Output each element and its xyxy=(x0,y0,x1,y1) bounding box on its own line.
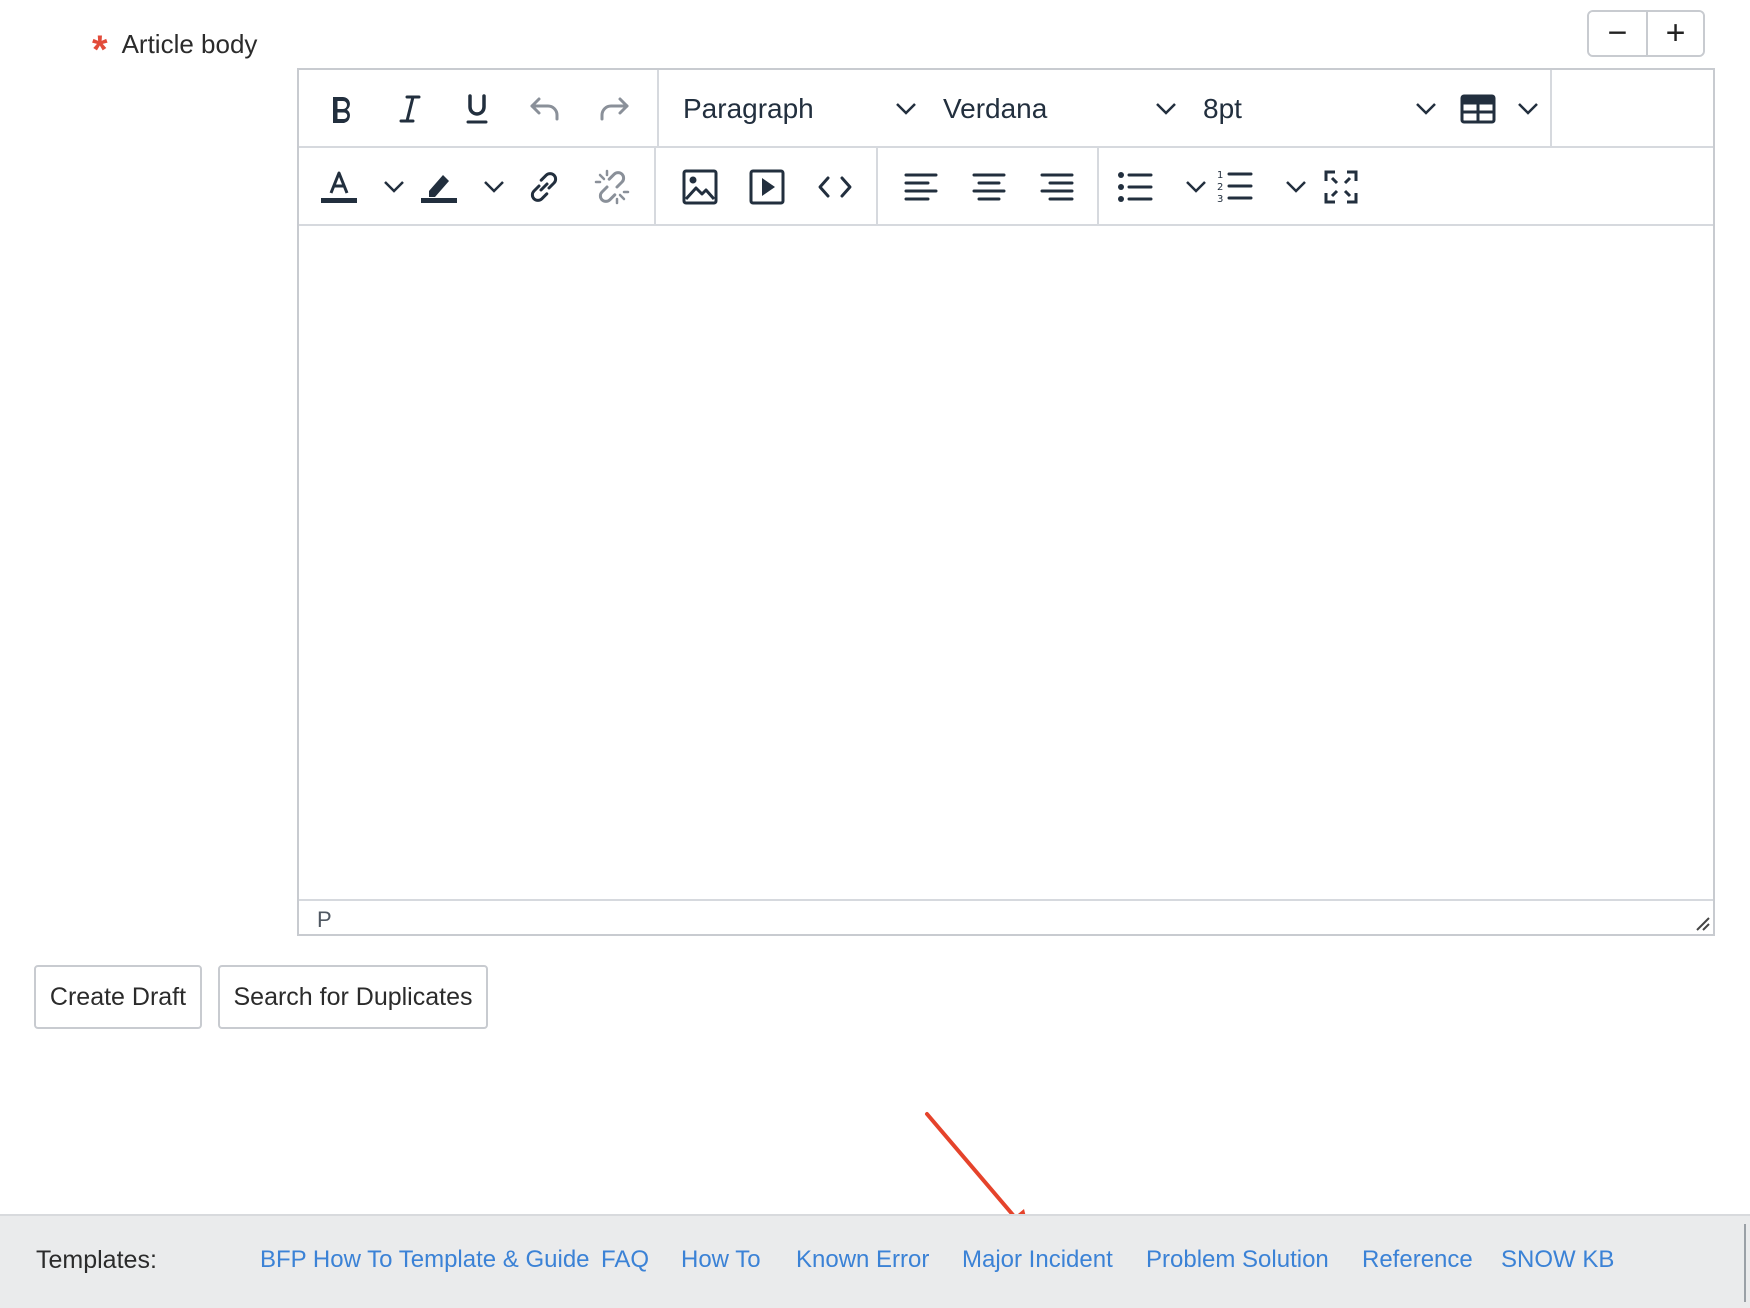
template-link-bfp-how-to[interactable]: BFP How To Template & Guide xyxy=(260,1246,590,1274)
template-link-faq[interactable]: FAQ xyxy=(601,1246,649,1274)
template-link-how-to[interactable]: How To xyxy=(681,1246,761,1274)
annotation-arrow-icon xyxy=(925,1112,1031,1238)
template-link-known-error[interactable]: Known Error xyxy=(796,1246,929,1274)
template-link-problem-solution[interactable]: Problem Solution xyxy=(1146,1246,1329,1274)
footer-edge xyxy=(1744,1224,1750,1302)
templates-bar: Templates: BFP How To Template & Guide F… xyxy=(0,1214,1750,1308)
template-link-major-incident[interactable]: Major Incident xyxy=(962,1246,1113,1274)
template-link-reference[interactable]: Reference xyxy=(1362,1246,1473,1274)
template-link-snow-kb[interactable]: SNOW KB xyxy=(1501,1246,1614,1274)
templates-label: Templates: xyxy=(36,1246,157,1274)
